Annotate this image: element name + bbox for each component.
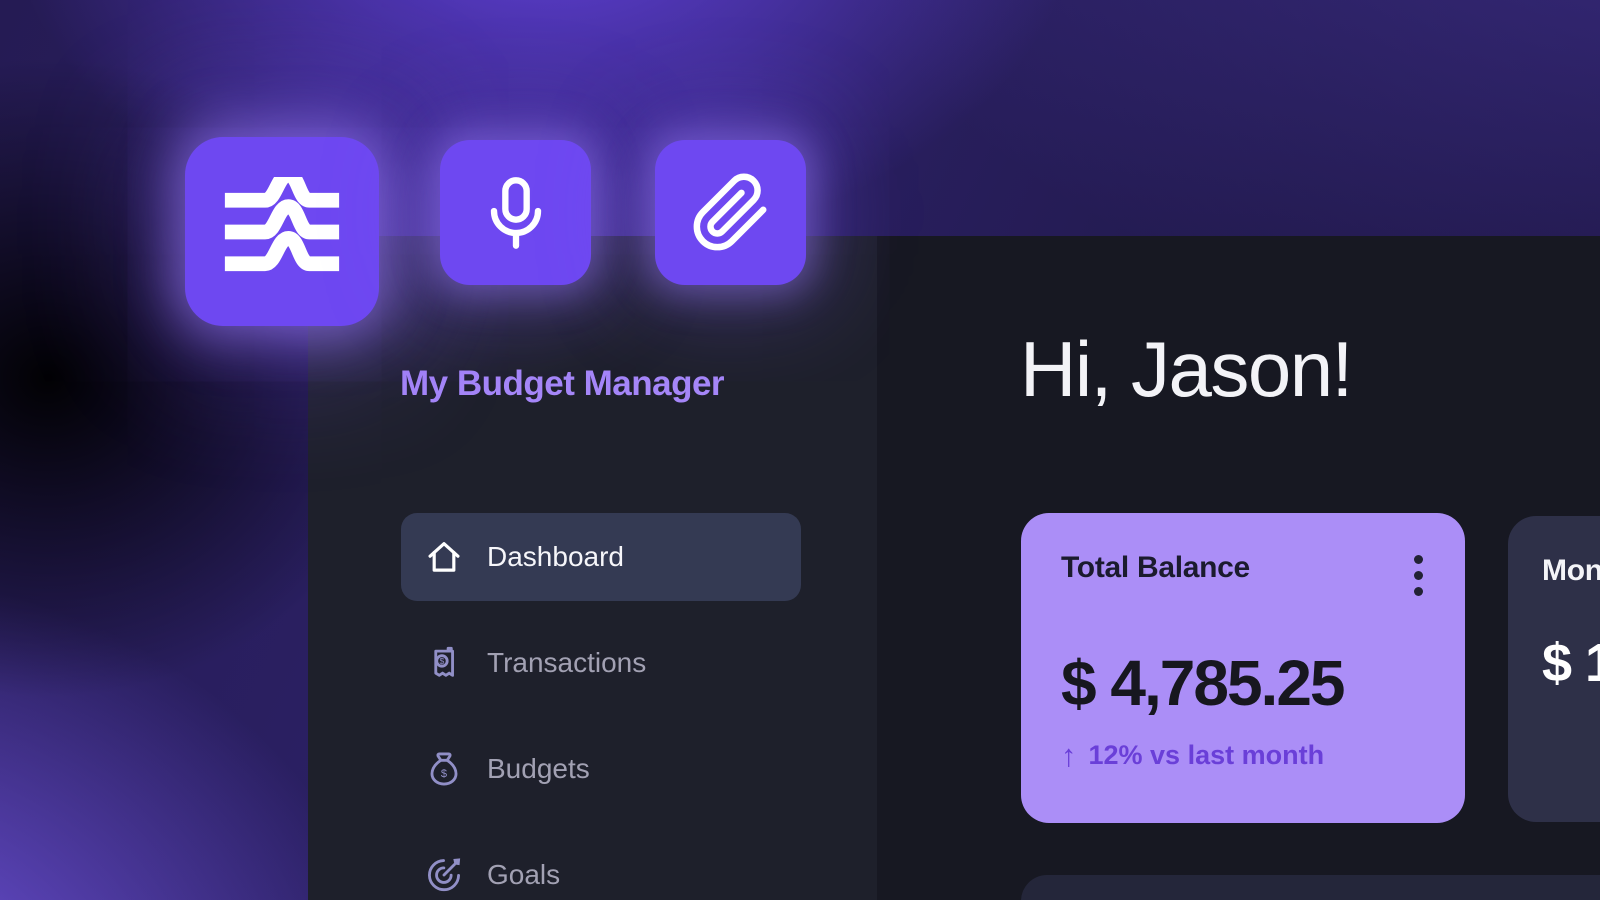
app-title: My Budget Manager [400, 364, 724, 404]
monthly-amount: $ 1 [1542, 632, 1600, 694]
home-icon [425, 538, 463, 576]
change-text: 12% vs last month [1089, 740, 1325, 771]
voice-input-button[interactable] [440, 140, 591, 285]
card-header: Total Balance [1061, 551, 1425, 600]
money-bag-icon: $ [425, 750, 463, 788]
sidebar-item-label: Budgets [487, 753, 590, 785]
main-content: Hi, Jason! Total Balance $ 4,785.25 ↑ 12… [877, 236, 1600, 900]
sidebar-item-label: Goals [487, 859, 560, 891]
sidebar-item-transactions[interactable]: $ Transactions [401, 619, 801, 707]
up-arrow-icon: ↑ [1061, 740, 1077, 771]
microphone-icon [476, 173, 556, 253]
screen: My Budget Manager Dashboard [0, 0, 1600, 900]
greeting-heading: Hi, Jason! [1020, 324, 1352, 415]
balance-amount: $ 4,785.25 [1061, 646, 1425, 720]
receipt-icon: $ [425, 644, 463, 682]
total-balance-card[interactable]: Total Balance $ 4,785.25 ↑ 12% vs last m… [1021, 513, 1465, 823]
sidebar-item-dashboard[interactable]: Dashboard [401, 513, 801, 601]
sidebar: My Budget Manager Dashboard [308, 236, 877, 900]
attachment-button[interactable] [655, 140, 806, 285]
card-title: Mon [1542, 554, 1600, 588]
svg-text:$: $ [441, 768, 447, 780]
sidebar-item-label: Transactions [487, 647, 646, 679]
app-window: My Budget Manager Dashboard [308, 236, 1600, 900]
sidebar-item-label: Dashboard [487, 541, 624, 573]
paperclip-icon [690, 172, 772, 254]
monthly-card-truncated[interactable]: Mon $ 1 [1508, 516, 1600, 822]
target-icon [425, 856, 463, 894]
sidebar-item-goals[interactable]: Goals [401, 831, 801, 900]
sidebar-nav: Dashboard $ Transactions [401, 513, 801, 900]
svg-text:$: $ [440, 656, 445, 666]
balance-change: ↑ 12% vs last month [1061, 740, 1425, 771]
lower-card-truncated[interactable] [1021, 875, 1600, 900]
card-title: Total Balance [1061, 551, 1250, 585]
waves-logo-icon [218, 177, 346, 287]
app-logo-button[interactable] [185, 137, 379, 326]
kebab-menu-icon[interactable] [1412, 551, 1425, 600]
sidebar-item-budgets[interactable]: $ Budgets [401, 725, 801, 813]
